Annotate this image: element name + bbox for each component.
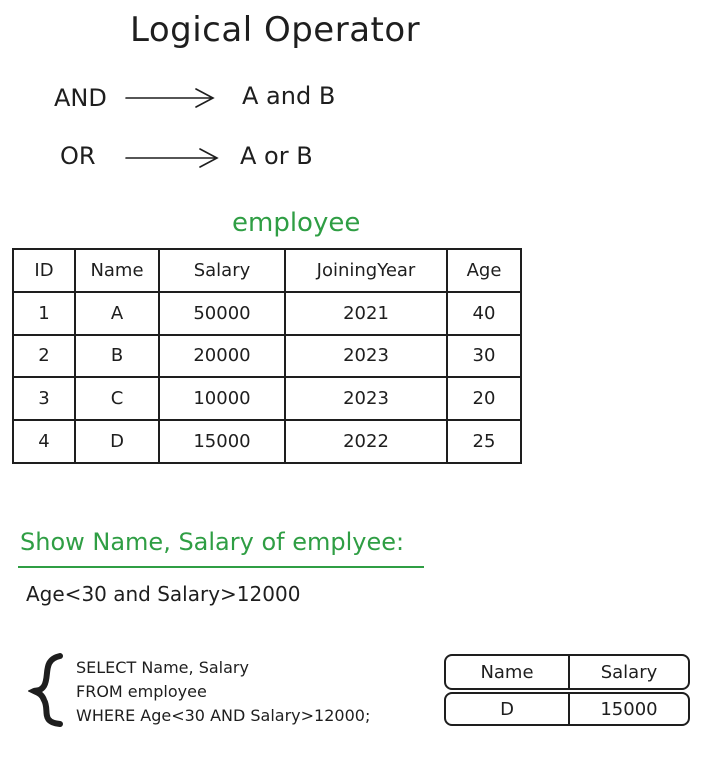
cell-joiningyear: 2023 (284, 333, 448, 379)
arrow-right-icon (125, 148, 219, 168)
table-row: 1 A 50000 2021 40 (12, 290, 522, 336)
cell-age: 30 (446, 333, 522, 379)
cell-name: A (74, 290, 160, 336)
question-underline (18, 566, 424, 568)
table-header-row: ID Name Salary JoiningYear Age (12, 248, 522, 293)
curly-brace-icon (28, 653, 63, 727)
result-row: D 15000 (444, 692, 690, 726)
cell-joiningyear: 2022 (284, 419, 448, 464)
cell-id: 3 (12, 376, 76, 422)
table-row: 3 C 10000 2023 20 (12, 376, 522, 422)
page-title: Logical Operator (130, 10, 421, 50)
cell-joiningyear: 2021 (284, 290, 448, 336)
condition-text: Age<30 and Salary>12000 (26, 582, 301, 606)
cell-id: 1 (12, 290, 76, 336)
cell-salary: 15000 (158, 419, 286, 464)
result-cell-salary: 15000 (600, 698, 658, 720)
cell-age: 40 (446, 290, 522, 336)
cell-joiningyear: 2023 (284, 376, 448, 422)
header-age: Age (446, 248, 522, 293)
operator-or-label: OR (60, 142, 96, 170)
operator-or-meaning: A or B (240, 142, 313, 170)
cell-id: 2 (12, 333, 76, 379)
cell-id: 4 (12, 419, 76, 464)
result-header-salary: Salary (600, 661, 658, 683)
cell-name: B (74, 333, 160, 379)
sql-query: SELECT Name, Salary FROM employee WHERE … (76, 656, 370, 728)
arrow-right-icon (125, 88, 215, 108)
header-name: Name (74, 248, 160, 293)
result-header-name: Name (446, 656, 570, 688)
cell-salary: 20000 (158, 333, 286, 379)
cell-name: D (74, 419, 160, 464)
result-cell-name: D (446, 694, 570, 724)
cell-name: C (74, 376, 160, 422)
cell-salary: 10000 (158, 376, 286, 422)
table-row: 4 D 15000 2022 25 (12, 419, 522, 464)
table-title: employee (232, 208, 361, 238)
result-header-row: Name Salary (444, 654, 690, 690)
sql-line-from: FROM employee (76, 682, 207, 701)
cell-salary: 50000 (158, 290, 286, 336)
operator-and-label: AND (54, 84, 107, 112)
question-heading: Show Name, Salary of emplyee: (20, 528, 405, 556)
sql-line-select: SELECT Name, Salary (76, 658, 249, 677)
operator-and-meaning: A and B (242, 82, 336, 110)
header-joiningyear: JoiningYear (284, 248, 448, 293)
header-id: ID (12, 248, 76, 293)
cell-age: 20 (446, 376, 522, 422)
table-row: 2 B 20000 2023 30 (12, 333, 522, 379)
header-salary: Salary (158, 248, 286, 293)
sql-line-where: WHERE Age<30 AND Salary>12000; (76, 706, 371, 725)
employee-table: ID Name Salary JoiningYear Age 1 A 50000… (12, 248, 522, 464)
cell-age: 25 (446, 419, 522, 464)
